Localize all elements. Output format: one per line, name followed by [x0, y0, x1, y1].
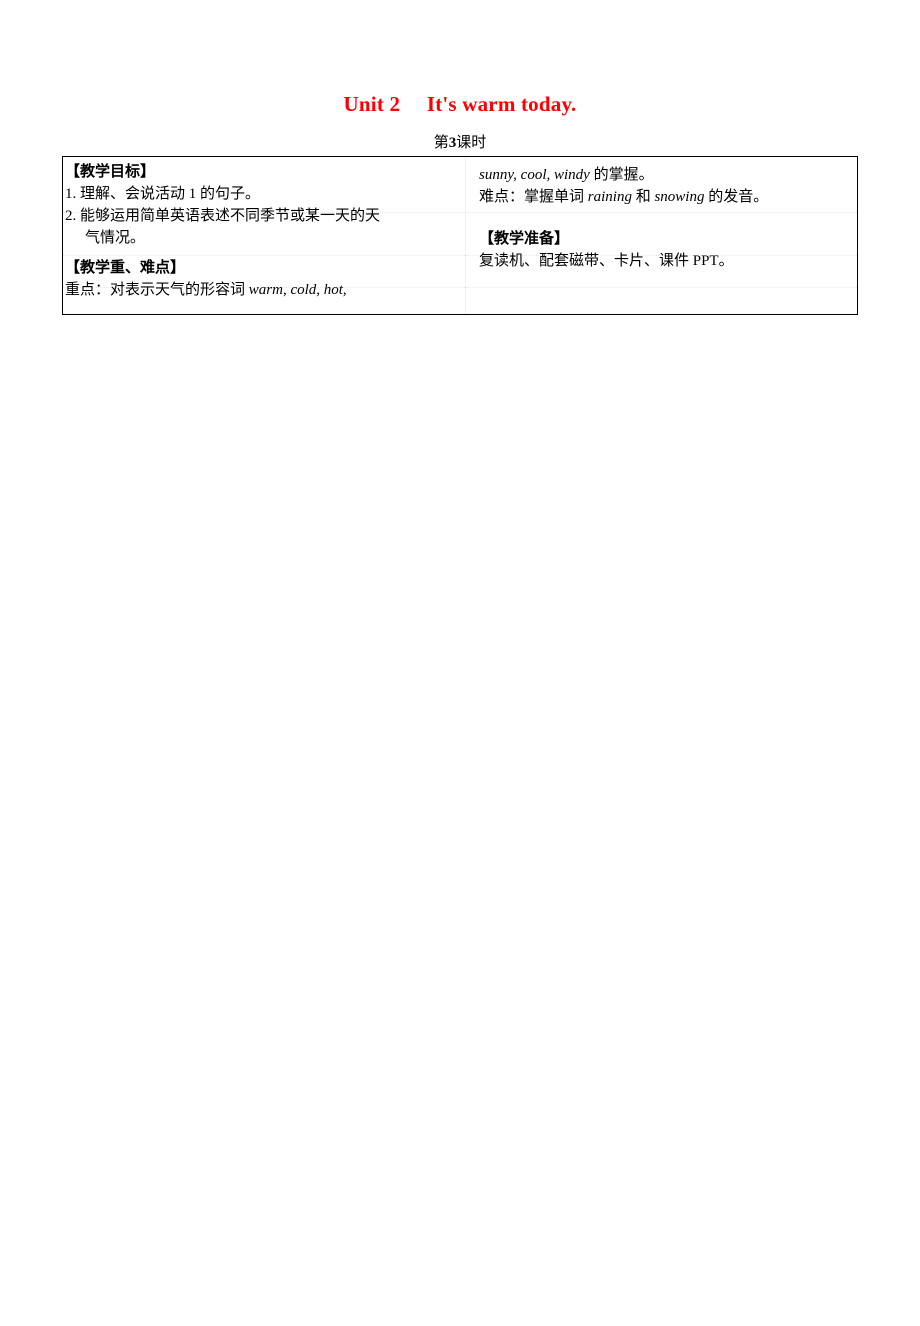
- difficult-point-label: 难点：掌握单词: [479, 189, 588, 205]
- objective-item-2-continuation: 气情况。: [85, 230, 146, 246]
- teaching-preparation-items: 复读机、配套磁带、卡片、课件 PPT。: [479, 253, 734, 269]
- key-point-words: warm, cold, hot,: [248, 282, 347, 298]
- difficult-point-conjunction: 和: [631, 189, 655, 205]
- page-title: Unit 2 It's warm today.: [343, 92, 577, 116]
- heading-key-and-difficult-points: 【教学重、难点】: [65, 260, 186, 276]
- lesson-period-subtitle: 第3课时: [0, 131, 920, 152]
- heading-teaching-objectives: 【教学目标】: [65, 164, 156, 180]
- lesson-period-suffix: 课时: [456, 135, 487, 151]
- lesson-plan-table: 【教学目标】 1. 理解、会说活动 1 的句子。 2. 能够运用简单英语表述不同…: [62, 156, 858, 315]
- difficult-point-word-snowing: snowing: [654, 189, 705, 205]
- objective-item-2: 2. 能够运用简单英语表述不同季节或某一天的天: [65, 208, 381, 224]
- objective-item-1: 1. 理解、会说活动 1 的句子。: [65, 186, 261, 202]
- key-point-tail: 的掌握。: [589, 167, 654, 183]
- heading-teaching-preparation: 【教学准备】: [479, 231, 570, 247]
- difficult-point-tail: 的发音。: [704, 189, 769, 205]
- key-point-label: 重点：对表示天气的形容词: [65, 282, 249, 298]
- key-point-line: 重点：对表示天气的形容词 warm, cold, hot,: [65, 279, 455, 301]
- key-point-words-continuation-line: sunny, cool, windy 的掌握。: [479, 164, 851, 186]
- difficult-point-line: 难点：掌握单词 raining 和 snowing 的发音。: [479, 186, 851, 208]
- table-cell-right: sunny, cool, windy 的掌握。 难点：掌握单词 raining …: [465, 157, 859, 272]
- lesson-period-prefix: 第: [433, 135, 449, 151]
- document-page: Unit 2 It's warm today. 第3课时 【教学目标】 1. 理…: [0, 0, 920, 1326]
- table-cell-left: 【教学目标】 1. 理解、会说活动 1 的句子。 2. 能够运用简单英语表述不同…: [63, 157, 465, 301]
- difficult-point-word-raining: raining: [587, 189, 632, 205]
- key-point-words-continuation: sunny, cool, windy: [479, 167, 590, 183]
